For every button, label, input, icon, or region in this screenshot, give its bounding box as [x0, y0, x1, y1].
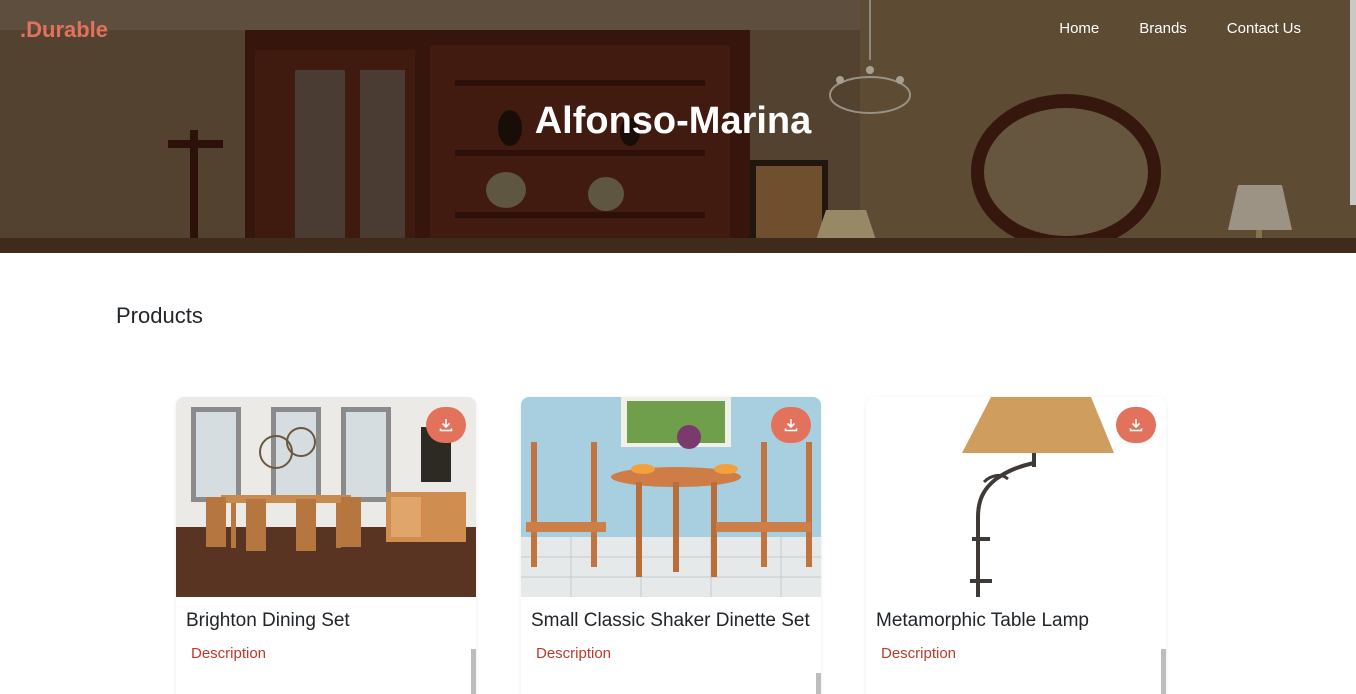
products-heading: Products: [116, 303, 203, 328]
card-scrollbar[interactable]: [816, 673, 821, 694]
product-description-link[interactable]: Description: [176, 633, 476, 662]
download-button[interactable]: [771, 407, 811, 443]
product-title[interactable]: Brighton Dining Set: [176, 597, 476, 633]
product-card[interactable]: Small Classic Shaker Dinette Set Descrip…: [521, 397, 821, 694]
product-card[interactable]: Metamorphic Table Lamp Description: [866, 397, 1166, 694]
download-icon: [1129, 419, 1143, 432]
page-scrollbar[interactable]: [1350, 0, 1356, 205]
hero-banner: .Durable Home Brands Contact Us Alfonso-…: [0, 0, 1356, 253]
card-scrollbar[interactable]: [1161, 649, 1166, 694]
product-description-link[interactable]: Description: [866, 633, 1166, 662]
brand-logo[interactable]: .Durable: [20, 17, 108, 43]
product-description-link[interactable]: Description: [521, 633, 821, 662]
nav-home-link[interactable]: Home: [1059, 20, 1099, 37]
download-button[interactable]: [1116, 407, 1156, 443]
download-button[interactable]: [426, 407, 466, 443]
download-icon: [784, 419, 798, 432]
page-title: Alfonso-Marina: [534, 100, 812, 142]
main-nav: Home Brands Contact Us: [1059, 20, 1301, 37]
product-card[interactable]: Brighton Dining Set Description: [176, 397, 476, 694]
card-scrollbar[interactable]: [471, 649, 476, 694]
product-image-dining-set[interactable]: [176, 397, 476, 597]
download-icon: [439, 419, 453, 432]
nav-brands-link[interactable]: Brands: [1139, 20, 1187, 37]
nav-contact-link[interactable]: Contact Us: [1227, 20, 1301, 37]
product-image-dinette-set[interactable]: [521, 397, 821, 597]
product-title[interactable]: Metamorphic Table Lamp: [866, 597, 1166, 633]
product-image-table-lamp[interactable]: [866, 397, 1166, 597]
product-title[interactable]: Small Classic Shaker Dinette Set: [521, 597, 821, 633]
